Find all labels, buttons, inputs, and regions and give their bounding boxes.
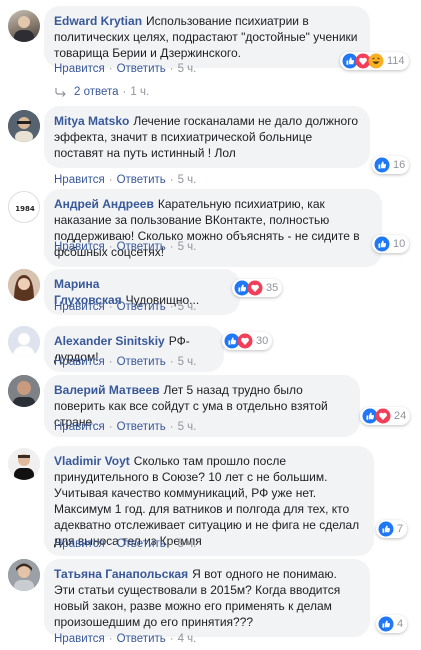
comment-bubble: Mitya Matsko Лечение госканалами не дало … [44,106,370,168]
comment-author[interactable]: Mitya Matsko [54,114,129,128]
reaction-summary[interactable]: 10 [372,235,410,253]
comment-author[interactable]: Edward Krytian [54,14,142,28]
view-replies-link[interactable]: 2 ответа · 1 ч. [54,86,149,98]
reaction-summary[interactable]: 24 [360,407,411,425]
reaction-summary[interactable]: 114 [340,52,409,70]
reaction-count: 10 [393,238,406,250]
reply-link[interactable]: Ответить [117,356,166,368]
replies-count-label[interactable]: 2 ответа [74,86,119,98]
comment-actions: Нравится · Ответить · 5 ч. [54,241,197,253]
person-photo-icon [14,16,34,42]
reaction-count: 16 [393,159,406,171]
comment-bubble: Андрей Андреев Карательную психиатрию, ка… [44,189,382,267]
avatar[interactable] [8,375,40,407]
like-link[interactable]: Нравится [54,633,105,645]
comment-time[interactable]: 5 ч. [178,63,197,75]
default-avatar-icon [8,326,40,358]
reaction-count: 30 [256,335,269,347]
comment-actions: Нравится · Ответить · 5 ч. [54,174,197,186]
like-reaction-icon [374,157,390,173]
like-reaction-icon [378,616,394,632]
person-photo-icon [8,375,40,407]
avatar[interactable] [8,559,40,591]
reply-link[interactable]: Ответить [117,174,166,186]
comment-author[interactable]: Татьяна Ганапольская [54,567,188,581]
comment-author[interactable]: Андрей Андреев [54,197,154,211]
reaction-count: 35 [266,282,279,294]
reply-link[interactable]: Ответить [117,538,166,550]
like-link[interactable]: Нравится [54,301,105,313]
comment-actions: Нравится · Ответить · 5 ч. [54,301,197,313]
avatar[interactable] [8,10,40,42]
comment-actions: Нравится · Ответить · 4 ч. [54,633,197,645]
like-link[interactable]: Нравится [54,356,105,368]
comment-author[interactable]: Валерий Матвеев [54,383,160,397]
avatar[interactable]: 1984 [8,191,40,223]
comment-actions: Нравится · Ответить · 5 ч. [54,63,197,75]
avatar[interactable] [8,326,40,358]
reaction-summary[interactable]: 30 [222,332,273,350]
like-reaction-icon [374,236,390,252]
reply-link[interactable]: Ответить [117,63,166,75]
comment-author[interactable]: Alexander Sinitskiy [54,334,165,348]
avatar[interactable] [8,448,40,480]
like-link[interactable]: Нравится [54,63,105,75]
love-reaction-icon [237,333,253,349]
comment-actions: Нравится · Ответить · 5 ч. [54,421,197,433]
reply-link[interactable]: Ответить [117,241,166,253]
reply-link[interactable]: Ответить [117,421,166,433]
comment-time[interactable]: 5 ч. [178,301,197,313]
like-link[interactable]: Нравится [54,421,105,433]
like-link[interactable]: Нравится [54,174,105,186]
comment-time[interactable]: 5 ч. [178,538,197,550]
reaction-count: 4 [397,618,404,630]
comment-actions: Нравится · Ответить · 5 ч. [54,538,197,550]
avatar[interactable] [8,269,40,301]
avatar[interactable] [8,110,40,142]
comment-bubble: Edward Krytian Использование психиатрии в… [44,6,370,68]
svg-text:1984: 1984 [15,205,35,213]
like-link[interactable]: Нравится [54,538,105,550]
comment-time[interactable]: 5 ч. [178,241,197,253]
reply-link[interactable]: Ответить [117,301,166,313]
person-photo-icon [8,110,40,142]
reaction-summary[interactable]: 4 [376,615,408,633]
love-reaction-icon [247,280,263,296]
reply-arrow-icon [55,88,66,97]
reaction-summary[interactable]: 35 [232,279,283,297]
like-reaction-icon [378,521,394,537]
comment-text: Сколько там прошло после принудительного… [54,454,360,548]
comment-bubble: Татьяна Ганапольская Я вот одного не пони… [44,559,370,637]
comment-time[interactable]: 5 ч. [178,174,197,186]
haha-reaction-icon [368,53,384,69]
like-link[interactable]: Нравится [54,241,105,253]
person-photo-icon [8,269,40,301]
reaction-summary[interactable]: 16 [372,156,410,174]
replies-time: 1 ч. [130,86,150,98]
comment-author[interactable]: Vladimir Voyt [54,454,130,468]
reply-link[interactable]: Ответить [117,633,166,645]
reaction-summary[interactable]: 7 [376,520,408,538]
reaction-count: 24 [394,410,407,422]
text-avatar-icon: 1984 [15,205,35,213]
comment-time[interactable]: 5 ч. [178,356,197,368]
love-reaction-icon [375,408,391,424]
person-photo-icon [8,448,40,480]
comment-time[interactable]: 5 ч. [178,421,197,433]
person-photo-icon [8,559,40,591]
reaction-count: 7 [397,523,404,535]
comment-time[interactable]: 4 ч. [178,633,197,645]
comment-actions: Нравится · Ответить · 5 ч. [54,356,197,368]
reaction-count: 114 [387,55,405,67]
